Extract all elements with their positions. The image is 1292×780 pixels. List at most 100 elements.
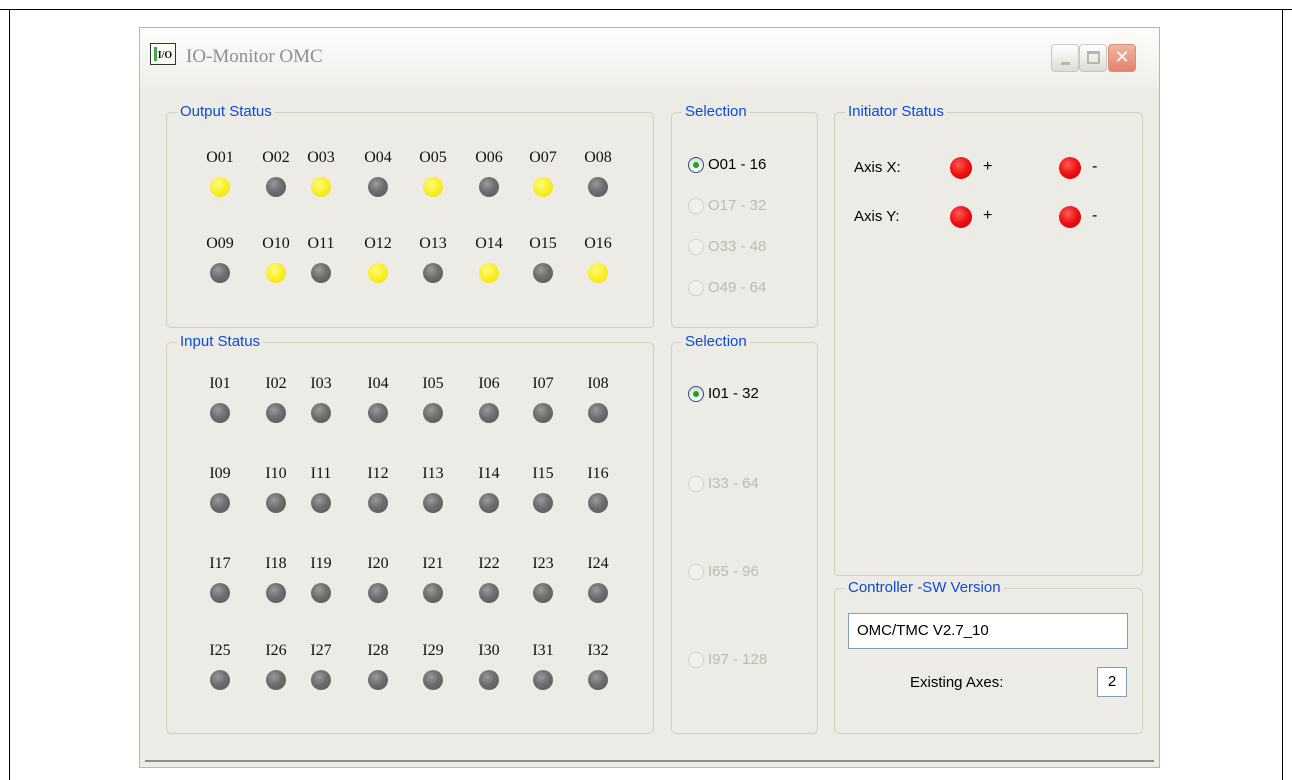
maximize-icon [1087, 51, 1100, 64]
io-monitor-window: I/O IO-Monitor OMC ✕ Output Status Selec… [139, 27, 1160, 768]
output-selection-radio-1[interactable]: O01 - 16 [688, 156, 766, 173]
output-label: O06 [475, 149, 503, 166]
initiator-status-group: Initiator Status [834, 103, 1143, 576]
input-label: I32 [587, 642, 609, 659]
input-led-off [311, 493, 331, 513]
output-led-on [210, 177, 230, 197]
initiator-plus-led [950, 157, 972, 179]
radio-label: I97 - 128 [708, 651, 768, 668]
minus-sign: - [1092, 158, 1098, 175]
input-label: I28 [367, 642, 389, 659]
input-led-off [588, 493, 608, 513]
frame-border-top [0, 9, 1292, 10]
input-led-off [479, 403, 499, 423]
output-led-off [266, 177, 286, 197]
output-led-off [210, 263, 230, 283]
input-label: I08 [587, 375, 609, 392]
output-status-group: Output Status [166, 103, 654, 328]
output-led-off [533, 263, 553, 283]
input-led-off [368, 403, 388, 423]
input-label: I15 [532, 465, 554, 482]
output-label: O15 [529, 235, 557, 252]
title-bar[interactable]: I/O IO-Monitor OMC ✕ [140, 28, 1159, 88]
close-button[interactable]: ✕ [1108, 44, 1136, 72]
input-selection-radio-2: I33 - 64 [688, 475, 759, 492]
input-led-off [423, 583, 443, 603]
radio-label: O17 - 32 [708, 197, 767, 214]
input-label: I29 [422, 642, 444, 659]
input-label: I22 [478, 555, 500, 572]
input-label: I16 [587, 465, 609, 482]
output-led-on [311, 177, 331, 197]
input-label: I02 [265, 375, 287, 392]
input-label: I12 [367, 465, 389, 482]
radio-label: I65 - 96 [708, 563, 759, 580]
radio-label: O33 - 48 [708, 238, 767, 255]
input-led-off [533, 493, 553, 513]
output-label: O03 [307, 149, 335, 166]
minus-sign: - [1092, 207, 1098, 224]
input-label: I23 [532, 555, 554, 572]
plus-sign: + [983, 207, 993, 224]
input-label: I04 [367, 375, 389, 392]
maximize-button[interactable] [1079, 44, 1107, 72]
radio-circle-icon [688, 475, 704, 492]
input-label: I01 [209, 375, 231, 392]
version-field[interactable]: OMC/TMC V2.7_10 [848, 613, 1128, 649]
input-label: I18 [265, 555, 287, 572]
radio-circle-icon [688, 197, 704, 214]
input-label: I27 [310, 642, 332, 659]
output-led-off [423, 263, 443, 283]
input-led-off [266, 670, 286, 690]
output-led-off [368, 177, 388, 197]
input-status-label: Input Status [177, 333, 264, 351]
output-led-on [588, 263, 608, 283]
input-led-off [368, 493, 388, 513]
input-led-off [423, 670, 443, 690]
input-selection-radio-1[interactable]: I01 - 32 [688, 385, 759, 402]
output-led-off [311, 263, 331, 283]
minimize-button[interactable] [1051, 44, 1079, 72]
output-status-label: Output Status [177, 103, 275, 121]
input-led-off [266, 403, 286, 423]
plus-sign: + [983, 158, 993, 175]
existing-axes-field[interactable]: 2 [1097, 667, 1127, 697]
output-led-off [588, 177, 608, 197]
input-label: I07 [532, 375, 554, 392]
input-label: I05 [422, 375, 444, 392]
output-selection-radio-3: O33 - 48 [688, 238, 766, 255]
input-led-off [588, 403, 608, 423]
input-led-off [479, 583, 499, 603]
radio-circle-icon [688, 563, 704, 580]
controller-version-group: Controller -SW Version [834, 579, 1143, 734]
input-led-off [368, 583, 388, 603]
input-led-off [210, 403, 230, 423]
input-label: I03 [310, 375, 332, 392]
output-label: O07 [529, 149, 557, 166]
existing-axes-label: Existing Axes: [910, 674, 1004, 691]
input-label: I11 [310, 465, 332, 482]
radio-circle-icon [688, 279, 704, 296]
input-label: I10 [265, 465, 287, 482]
input-led-off [423, 493, 443, 513]
output-led-on [479, 263, 499, 283]
input-led-off [266, 493, 286, 513]
input-led-off [533, 583, 553, 603]
input-label: I26 [265, 642, 287, 659]
axis-label: Axis Y: [854, 208, 900, 225]
input-led-off [311, 403, 331, 423]
frame-border-right [1282, 9, 1283, 780]
output-led-on [368, 263, 388, 283]
input-label: I17 [209, 555, 231, 572]
input-led-off [479, 670, 499, 690]
initiator-minus-led [1059, 206, 1081, 228]
output-label: O10 [262, 235, 290, 252]
radio-label: O01 - 16 [708, 156, 767, 173]
output-label: O16 [584, 235, 612, 252]
radio-circle-icon [688, 156, 704, 173]
output-selection-radio-4: O49 - 64 [688, 279, 766, 296]
output-label: O13 [419, 235, 447, 252]
input-led-off [533, 403, 553, 423]
input-led-off [368, 670, 388, 690]
input-selection-radio-3: I65 - 96 [688, 563, 759, 580]
